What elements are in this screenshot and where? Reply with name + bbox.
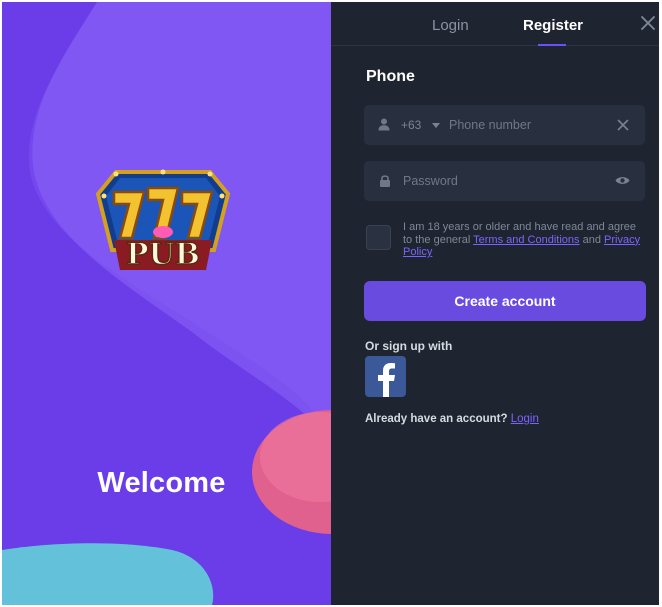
facebook-icon[interactable]: [365, 356, 406, 397]
phone-input[interactable]: [449, 117, 609, 133]
lock-icon: [380, 175, 390, 187]
form-title: Phone: [366, 68, 415, 85]
already-have-account: Already have an account? Login: [365, 413, 539, 425]
terms-link[interactable]: Terms and Conditions: [473, 234, 579, 246]
active-tab-indicator: [538, 44, 566, 46]
register-modal: PUB Welcome Login Register Phone +63 Pho…: [2, 2, 659, 605]
user-icon: [378, 118, 390, 131]
tab-register[interactable]: Register: [523, 17, 583, 34]
svg-text:PUB: PUB: [126, 237, 200, 272]
terms-text: I am 18 years or older and have read and…: [403, 221, 648, 259]
terms-and: and: [582, 233, 601, 246]
clear-icon[interactable]: [617, 119, 629, 131]
phone-field[interactable]: +63: [364, 105, 645, 145]
or-signup-label: Or sign up with: [365, 339, 453, 353]
eye-icon[interactable]: [615, 175, 630, 186]
background-shapes: [2, 2, 331, 605]
country-code[interactable]: +63: [401, 118, 421, 132]
welcome-heading: Welcome: [97, 467, 226, 499]
password-field[interactable]: [364, 161, 645, 201]
login-link[interactable]: Login: [511, 413, 539, 425]
password-input[interactable]: [403, 173, 603, 189]
close-icon[interactable]: [639, 14, 657, 32]
already-text: Already have an account?: [365, 413, 508, 425]
chevron-down-icon[interactable]: [432, 123, 440, 128]
welcome-panel: PUB Welcome: [2, 2, 331, 605]
register-form-panel: Login Register Phone +63 Phone number I …: [331, 2, 659, 605]
777-pub-logo: PUB: [95, 169, 231, 273]
age-terms-checkbox[interactable]: [366, 225, 391, 250]
tab-login[interactable]: Login: [432, 17, 469, 34]
create-account-button[interactable]: Create account: [364, 281, 646, 321]
auth-tabs: Login Register: [331, 2, 659, 46]
